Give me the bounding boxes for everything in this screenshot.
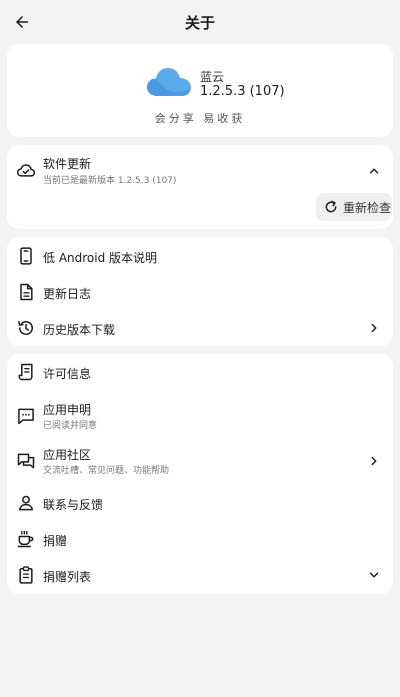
system-navigation-bar (0, 668, 400, 697)
app-version: 1.2.5.3 (107) (200, 84, 285, 99)
community-label: 应用社区 (43, 448, 92, 462)
donate-row[interactable]: 捐赠 (7, 521, 393, 557)
history-download-label: 历史版本下载 (43, 323, 116, 337)
history-icon (18, 321, 33, 335)
changelog-row[interactable]: 更新日志 (7, 274, 393, 310)
community-icon (17, 453, 35, 469)
cloud-logo-icon (147, 68, 191, 96)
person-icon (19, 495, 33, 511)
recheck-button[interactable]: 重新检查 (316, 193, 392, 221)
recheck-label: 重新检查 (343, 200, 392, 215)
chevron-down-icon (369, 572, 379, 578)
document-icon (20, 283, 33, 301)
contact-feedback-row[interactable]: 联系与反馈 (7, 485, 393, 521)
clipboard-icon (19, 566, 33, 584)
app-statement-row[interactable]: 应用申明 已阅读并同意 (7, 396, 393, 436)
community-subtitle: 交流吐槽、常见问题、功能帮助 (43, 466, 170, 476)
refresh-icon (325, 200, 337, 213)
cloud-check-icon (16, 164, 36, 177)
contact-feedback-label: 联系与反馈 (43, 498, 104, 512)
community-row[interactable]: 应用社区 交流吐槽、常见问题、功能帮助 (7, 441, 393, 481)
top-app-bar: 关于 (0, 0, 400, 44)
software-update-title: 软件更新 (43, 157, 92, 171)
low-android-note-label: 低 Android 版本说明 (43, 251, 158, 265)
coffee-icon (17, 530, 34, 548)
phone-icon (20, 247, 32, 265)
software-update-card: 软件更新 当前已是最新版本 1.2.5.3 (107) 重新检查 (7, 145, 393, 229)
chevron-up-icon (369, 168, 379, 174)
changelog-label: 更新日志 (43, 287, 92, 301)
software-update-row[interactable]: 软件更新 当前已是最新版本 1.2.5.3 (107) (7, 151, 393, 187)
donate-label: 捐赠 (43, 534, 68, 548)
statement-icon (18, 408, 34, 425)
app-statement-subtitle: 已阅读并同意 (43, 421, 98, 431)
software-update-subtitle: 当前已是最新版本 1.2.5.3 (107) (43, 176, 177, 186)
arrow-left-icon (16, 16, 28, 28)
app-statement-label: 应用申明 (43, 403, 92, 417)
license-label: 许可信息 (43, 367, 92, 381)
donor-list-label: 捐赠列表 (43, 570, 92, 584)
license-icon (18, 363, 33, 381)
app-info-card: 蓝云 1.2.5.3 (107) 会分享 易收获 (7, 44, 393, 137)
donor-list-row[interactable]: 捐赠列表 (7, 557, 393, 593)
history-download-row[interactable]: 历史版本下载 (7, 310, 393, 346)
page-title: 关于 (184, 13, 215, 32)
chevron-right-icon (371, 456, 377, 466)
app-slogan: 会分享 易收获 (154, 112, 246, 125)
version-history-card: 低 Android 版本说明 更新日志 历史版本下载 (7, 237, 393, 346)
app-info-list-card: 许可信息 应用申明 已阅读并同意 应用社区 交流吐槽、常见问题、功能帮助 联系与… (7, 354, 393, 594)
back-button[interactable] (6, 6, 38, 38)
app-name: 蓝云 (200, 70, 225, 84)
license-row[interactable]: 许可信息 (7, 354, 393, 390)
chevron-right-icon (371, 323, 377, 333)
low-android-note-row[interactable]: 低 Android 版本说明 (7, 238, 393, 274)
